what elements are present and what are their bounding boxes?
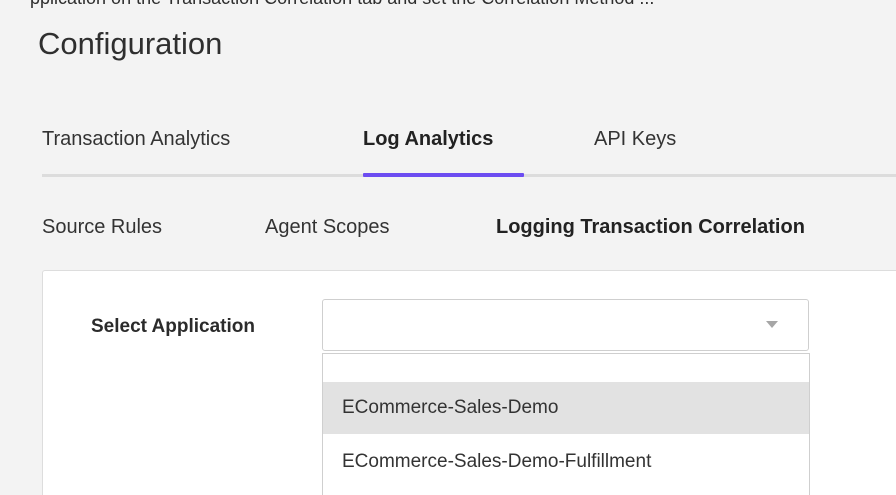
subtab-source-rules[interactable]: Source Rules bbox=[42, 214, 162, 240]
page-title: Configuration bbox=[38, 26, 223, 61]
active-tab-indicator bbox=[363, 173, 524, 177]
dropdown-option-ecommerce-sales-demo-fulfillment[interactable]: ECommerce-Sales-Demo-Fulfillment bbox=[323, 436, 809, 488]
tab-transaction-analytics[interactable]: Transaction Analytics bbox=[42, 126, 230, 152]
chevron-down-icon[interactable] bbox=[766, 321, 778, 328]
tab-log-analytics[interactable]: Log Analytics bbox=[363, 126, 493, 152]
dropdown-option-ecommerce-sales-demo[interactable]: ECommerce-Sales-Demo bbox=[323, 382, 809, 434]
log-analytics-subtabs: Source Rules Agent Scopes Logging Transa… bbox=[0, 205, 896, 245]
select-application-label: Select Application bbox=[91, 316, 255, 337]
main-tabs: Transaction Analytics Log Analytics API … bbox=[0, 116, 896, 177]
subtab-agent-scopes[interactable]: Agent Scopes bbox=[265, 214, 390, 240]
cropped-instruction-line: pplication on the Transaction Correlatio… bbox=[30, 0, 654, 9]
application-dropdown-list: ECommerce-Sales-Demo ECommerce-Sales-Dem… bbox=[322, 353, 810, 495]
cropped-instruction-text: pplication on the Transaction Correlatio… bbox=[0, 0, 896, 10]
subtab-logging-transaction-correlation[interactable]: Logging Transaction Correlation bbox=[496, 214, 805, 240]
tab-api-keys[interactable]: API Keys bbox=[594, 126, 676, 152]
application-select[interactable] bbox=[322, 299, 809, 351]
configuration-page: pplication on the Transaction Correlatio… bbox=[0, 0, 896, 495]
